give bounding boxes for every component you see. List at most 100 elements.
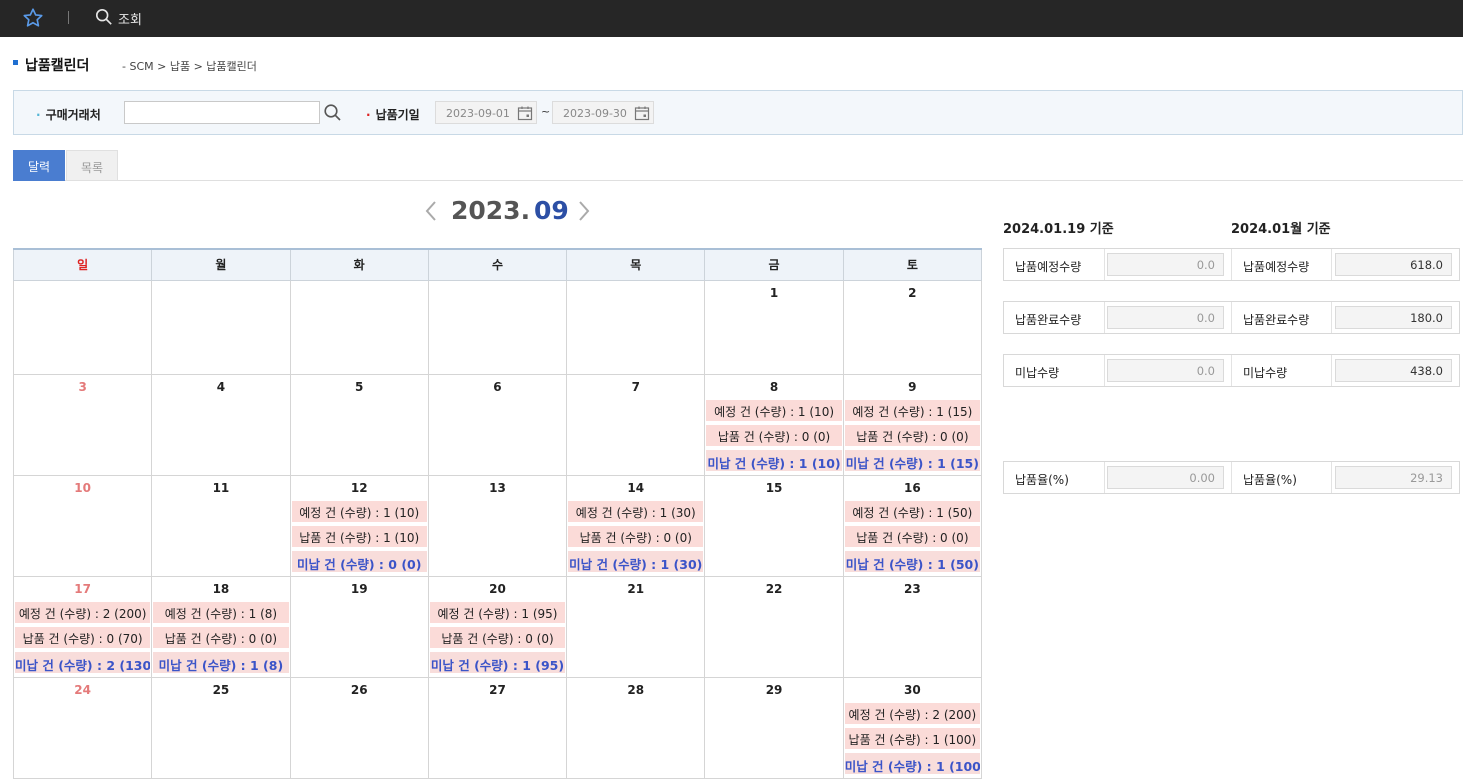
star-icon[interactable] [22, 7, 44, 29]
scheduled-count[interactable]: 예정 건 (수량) : 1 (10) [706, 399, 842, 421]
calendar-day-cell[interactable]: 28 [566, 676, 706, 779]
summary-label: 납품율(%) [1243, 473, 1297, 487]
calendar-day-cell[interactable]: 6 [427, 373, 568, 476]
undelivered-count[interactable]: 미납 건 (수량) : 1 (30) [568, 550, 704, 572]
delivered-count[interactable]: 납품 건 (수량) : 0 (0) [844, 424, 980, 446]
vendor-input[interactable] [124, 101, 320, 124]
calendar-day-cell[interactable]: 16 예정 건 (수량) : 1 (50) 납품 건 (수량) : 0 (0) 미납 … [842, 474, 983, 577]
delivered-count[interactable]: 납품 건 (수량) : 0 (0) [844, 525, 980, 547]
month-navigator: 2023. 09 [420, 196, 600, 228]
calendar-day-cell[interactable]: 13 [427, 474, 568, 577]
scheduled-count[interactable]: 예정 건 (수량) : 1 (30) [568, 500, 704, 522]
summary-label: 미납수량 [1243, 366, 1288, 380]
search-icon[interactable] [95, 8, 113, 26]
scheduled-count[interactable]: 예정 건 (수량) : 1 (8) [153, 601, 289, 623]
scheduled-count[interactable]: 예정 건 (수량) : 1 (50) [844, 500, 980, 522]
calendar-day-cell[interactable]: 26 [289, 676, 429, 779]
calendar-day-cell[interactable] [12, 279, 153, 375]
delivered-count[interactable]: 납품 건 (수량) : 1 (10) [291, 525, 427, 547]
calendar-icon[interactable] [634, 105, 650, 121]
summary-label: 납품완료수량 [1015, 313, 1082, 327]
undelivered-count[interactable]: 미납 건 (수량) : 0 (0) [291, 550, 427, 572]
calendar-day-cell[interactable]: 30 예정 건 (수량) : 2 (200) 납품 건 (수량) : 1 (100)… [842, 676, 983, 779]
search-button-label[interactable]: 조회 [118, 9, 142, 28]
calendar-day-cell[interactable]: 19 [289, 575, 429, 678]
divider [1104, 249, 1105, 280]
calendar-day-cell[interactable]: 10 [12, 474, 153, 577]
summary-label: 납품율(%) [1015, 473, 1069, 487]
calendar-day-cell[interactable] [151, 279, 291, 375]
delivered-count[interactable]: 납품 건 (수량) : 0 (0) [153, 626, 289, 648]
day-number: 12 [350, 480, 368, 495]
calendar-day-cell[interactable]: 21 [566, 575, 706, 678]
calendar-icon[interactable] [517, 105, 533, 121]
calendar-day-cell[interactable]: 7 [566, 373, 706, 476]
calendar-day-cell[interactable]: 9 예정 건 (수량) : 1 (15) 납품 건 (수량) : 0 (0) 미납 건… [842, 373, 983, 476]
calendar-day-cell[interactable]: 14 예정 건 (수량) : 1 (30) 납품 건 (수량) : 0 (0) 미납 … [566, 474, 706, 577]
date-to-input[interactable]: 2023-09-30 [552, 101, 654, 124]
calendar-day-cell[interactable]: 1 [704, 279, 844, 375]
calendar-day-cell[interactable]: 29 [704, 676, 844, 779]
day-number: 13 [489, 480, 506, 495]
calendar-day-cell[interactable]: 12 예정 건 (수량) : 1 (10) 납품 건 (수량) : 1 (10) 미납… [289, 474, 429, 577]
calendar-day-cell[interactable] [427, 279, 568, 375]
summary-label: 납품예정수량 [1015, 260, 1082, 274]
day-number: 2 [908, 285, 917, 300]
calendar-day-cell[interactable]: 22 [704, 575, 844, 678]
top-toolbar: 조회 [0, 0, 1463, 37]
delivered-count[interactable]: 납품 건 (수량) : 0 (0) [429, 626, 566, 648]
undelivered-count[interactable]: 미납 건 (수량) : 1 (8) [153, 651, 289, 673]
date-from-value: 2023-09-01 [446, 107, 510, 120]
delivered-count[interactable]: 납품 건 (수량) : 0 (0) [568, 525, 704, 547]
date-to-value: 2023-09-30 [563, 107, 627, 120]
delivered-count[interactable]: 납품 건 (수량) : 1 (100) [844, 727, 980, 749]
tab-list[interactable]: 목록 [66, 150, 118, 181]
calendar-week-row: 24 25 26 27 28 29 30 예정 건 (수량) : 2 (200) 납품 건 (수… [12, 676, 983, 779]
undelivered-count[interactable]: 미납 건 (수량) : 1 (50) [844, 550, 980, 572]
tab-calendar[interactable]: 달력 [13, 150, 65, 181]
chevron-left-icon[interactable] [424, 200, 438, 222]
weekday-header: 목 [566, 248, 706, 281]
scheduled-count[interactable]: 예정 건 (수량) : 1 (15) [844, 399, 980, 421]
day-number: 27 [489, 682, 506, 697]
calendar-day-cell[interactable]: 5 [289, 373, 429, 476]
summary-value: 0.0 [1107, 306, 1224, 329]
calendar-day-cell[interactable]: 8 예정 건 (수량) : 1 (10) 납품 건 (수량) : 0 (0) 미납 건… [704, 373, 844, 476]
divider [1104, 302, 1105, 333]
scheduled-count[interactable]: 예정 건 (수량) : 1 (10) [291, 500, 427, 522]
page-title: 납품캘린더 [25, 58, 90, 74]
scheduled-count[interactable]: 예정 건 (수량) : 2 (200) [15, 601, 151, 623]
delivered-count[interactable]: 납품 건 (수량) : 0 (0) [706, 424, 842, 446]
scheduled-count[interactable]: 예정 건 (수량) : 2 (200) [844, 702, 980, 724]
calendar-day-cell[interactable] [566, 279, 706, 375]
summary-value: 0.0 [1107, 359, 1224, 382]
calendar-day-cell[interactable]: 23 [842, 575, 983, 678]
chevron-right-icon[interactable] [577, 200, 591, 222]
day-number: 8 [769, 379, 779, 394]
scheduled-count[interactable]: 예정 건 (수량) : 1 (95) [429, 601, 566, 623]
calendar-day-cell[interactable]: 25 [151, 676, 291, 779]
day-number: 4 [216, 379, 226, 394]
undelivered-count[interactable]: 미납 건 (수량) : 1 (15) [844, 449, 980, 471]
calendar-day-cell[interactable]: 20 예정 건 (수량) : 1 (95) 납품 건 (수량) : 0 (0) 미납 … [427, 575, 568, 678]
summary-value: 29.13 [1335, 466, 1452, 489]
weekday-header: 화 [289, 248, 429, 281]
calendar-day-cell[interactable]: 27 [427, 676, 568, 779]
calendar-day-cell[interactable]: 18 예정 건 (수량) : 1 (8) 납품 건 (수량) : 0 (0) 미납 건… [151, 575, 291, 678]
date-from-input[interactable]: 2023-09-01 [435, 101, 537, 124]
weekday-header: 금 [704, 248, 844, 281]
calendar-day-cell[interactable] [289, 279, 429, 375]
undelivered-count[interactable]: 미납 건 (수량) : 1 (10) [706, 449, 842, 471]
calendar-day-cell[interactable]: 11 [151, 474, 291, 577]
calendar-day-cell[interactable]: 3 [12, 373, 153, 476]
calendar-day-cell[interactable]: 2 [842, 279, 983, 375]
calendar-day-cell[interactable]: 24 [12, 676, 153, 779]
undelivered-count[interactable]: 미납 건 (수량) : 1 (95) [429, 651, 566, 673]
undelivered-count[interactable]: 미납 건 (수량) : 2 (130 [15, 651, 151, 673]
calendar-day-cell[interactable]: 17 예정 건 (수량) : 2 (200) 납품 건 (수량) : 0 (70) 미… [12, 575, 153, 678]
day-number: 15 [765, 480, 783, 495]
calendar-day-cell[interactable]: 4 [151, 373, 291, 476]
calendar-day-cell[interactable]: 15 [704, 474, 844, 577]
vendor-search-icon[interactable] [321, 101, 344, 124]
delivered-count[interactable]: 납품 건 (수량) : 0 (70) [15, 626, 151, 648]
